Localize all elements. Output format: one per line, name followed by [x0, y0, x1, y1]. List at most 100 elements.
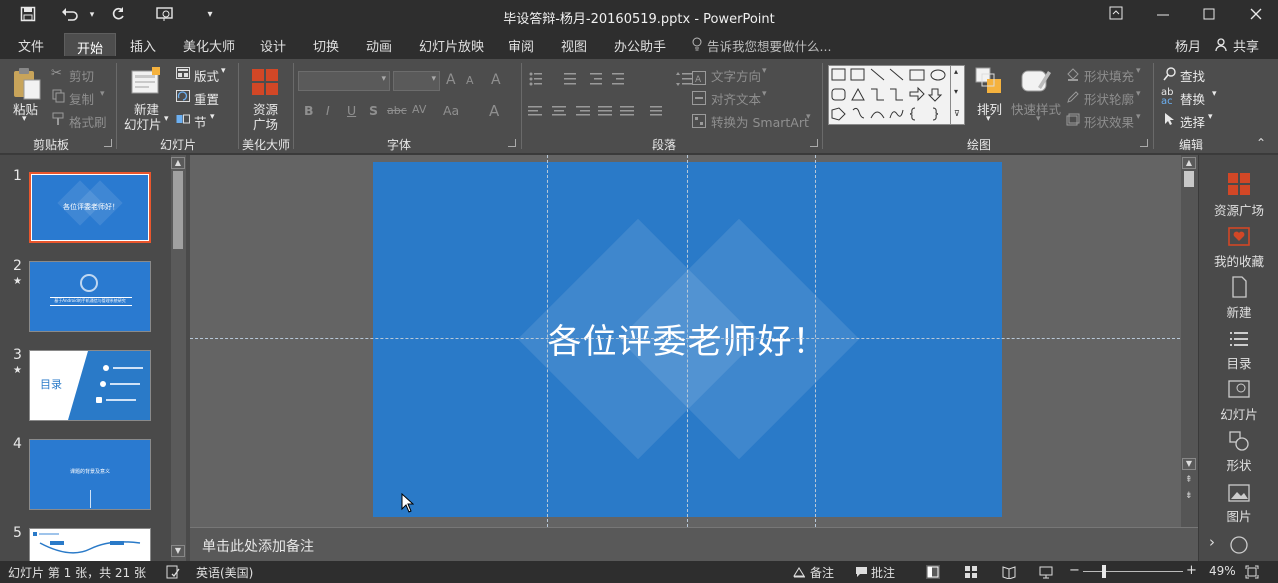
slide-thumbnail-5[interactable] [29, 528, 151, 561]
section-button[interactable]: 节 [194, 112, 207, 131]
text-direction-icon[interactable]: A [692, 71, 706, 88]
favorites-icon[interactable] [1228, 225, 1250, 247]
quick-styles-icon[interactable] [1020, 67, 1052, 98]
tab-insert[interactable]: 插入 [130, 36, 156, 55]
paragraph-launcher-icon[interactable] [810, 139, 818, 147]
vertical-guide[interactable] [815, 155, 816, 527]
tab-slideshow[interactable]: 幻灯片放映 [419, 36, 484, 55]
cut-button[interactable]: 剪切 [69, 66, 94, 85]
arrange-icon[interactable] [975, 67, 1003, 98]
slide-thumbnail-3[interactable]: 目录 [29, 350, 151, 421]
reset-button[interactable]: 重置 [194, 89, 219, 108]
find-icon[interactable] [1163, 67, 1177, 84]
fit-to-window-icon[interactable] [1245, 565, 1259, 582]
slide-thumbnail-4[interactable]: 课题的背景及意义 [29, 439, 151, 510]
arrange-dropdown-icon[interactable]: ▾ [986, 114, 991, 124]
align-text-button[interactable]: 对齐文本 [711, 89, 761, 108]
find-button[interactable]: 查找 [1180, 66, 1205, 85]
shape-fill-dropdown-icon[interactable]: ▾ [1136, 66, 1141, 76]
line-spacing-icon[interactable] [676, 71, 692, 90]
side-slides[interactable]: 幻灯片 [1199, 404, 1278, 423]
clipboard-launcher-icon[interactable] [104, 139, 112, 147]
slideshow-view-icon[interactable] [1039, 565, 1053, 582]
share-button[interactable]: 共享 [1233, 36, 1259, 55]
previous-slide-icon[interactable]: ⇞ [1185, 475, 1193, 485]
more-icon[interactable] [1228, 533, 1250, 555]
font-launcher-icon[interactable] [508, 139, 516, 147]
reading-view-icon[interactable] [1002, 565, 1016, 582]
italic-button[interactable]: I [326, 103, 330, 118]
bold-button[interactable]: B [304, 103, 314, 118]
slide-icon[interactable] [1228, 379, 1250, 401]
scroll-down-button[interactable]: ▼ [1182, 458, 1196, 470]
slide-editor[interactable]: 各位评委老师好！ ▲ ▼ ⇞ ⇟ [190, 155, 1198, 527]
picture-icon[interactable] [1228, 482, 1250, 504]
scroll-thumb[interactable] [173, 171, 183, 249]
side-resource-square[interactable]: 资源广场 [1199, 200, 1278, 219]
tell-me-search[interactable]: 告诉我您想要做什么... [707, 36, 831, 55]
strikethrough-button[interactable]: abc [387, 104, 407, 117]
reset-icon[interactable] [176, 90, 190, 105]
section-dropdown-icon[interactable]: ▾ [210, 112, 215, 122]
vertical-guide[interactable] [687, 155, 688, 527]
text-shadow-button[interactable]: S [369, 103, 378, 118]
drawing-launcher-icon[interactable] [1140, 139, 1148, 147]
side-my-favorites[interactable]: 我的收藏 [1199, 251, 1278, 270]
replace-button[interactable]: 替换 [1180, 89, 1205, 108]
collapse-ribbon-icon[interactable]: ⌃ [1256, 136, 1266, 150]
format-painter-button[interactable]: 格式刷 [69, 112, 107, 131]
change-case-button[interactable]: Aa [443, 103, 459, 118]
tab-home[interactable]: 开始 [64, 33, 117, 57]
shrink-font-icon[interactable]: A [466, 74, 474, 87]
resource-square-icon[interactable] [252, 69, 278, 98]
shape-outline-button[interactable]: 形状轮廓 [1084, 89, 1134, 108]
underline-button[interactable]: U [347, 103, 356, 118]
copy-icon[interactable] [52, 89, 66, 106]
replace-dropdown-icon[interactable]: ▾ [1212, 89, 1217, 99]
scroll-down-icon[interactable]: ▾ [954, 87, 958, 96]
shape-effects-button[interactable]: 形状效果 [1084, 112, 1134, 131]
align-text-dropdown-icon[interactable]: ▾ [762, 89, 767, 99]
grow-font-icon[interactable]: A [446, 72, 456, 88]
normal-view-icon[interactable] [926, 565, 940, 582]
resource-square-label-2[interactable]: 广场 [253, 114, 278, 133]
slide-thumbnail-1[interactable]: 各位评委老师好！ [29, 172, 151, 243]
expand-pane-icon[interactable]: › [1209, 533, 1215, 551]
resource-square-icon[interactable] [1228, 173, 1250, 195]
minimize-icon[interactable] [1153, 6, 1173, 24]
side-shapes[interactable]: 形状 [1199, 455, 1278, 474]
scroll-thumb[interactable] [1184, 171, 1194, 187]
new-slide-dropdown-icon[interactable]: ▾ [164, 114, 169, 124]
tab-review[interactable]: 审阅 [508, 36, 534, 55]
toc-icon[interactable] [1228, 328, 1250, 350]
scroll-up-icon[interactable]: ▴ [954, 67, 958, 76]
paste-dropdown-icon[interactable]: ▾ [22, 114, 27, 124]
ribbon-display-options-icon[interactable] [1106, 6, 1126, 24]
layout-dropdown-icon[interactable]: ▾ [221, 66, 226, 76]
tab-animations[interactable]: 动画 [366, 36, 392, 55]
slide-thumbnail-pane[interactable]: 1 各位评委老师好！ 2 ★ 基于Android的手机通信与管理系统研究 3 ★… [0, 155, 190, 561]
spellcheck-icon[interactable] [166, 565, 180, 582]
font-name-dropdown-icon[interactable]: ▾ [381, 74, 386, 84]
person-icon[interactable] [1215, 38, 1229, 55]
user-name[interactable]: 杨月 [1175, 36, 1201, 55]
text-direction-dropdown-icon[interactable]: ▾ [762, 66, 767, 76]
shape-outline-dropdown-icon[interactable]: ▾ [1136, 89, 1141, 99]
scroll-down-button[interactable]: ▼ [171, 545, 185, 557]
select-dropdown-icon[interactable]: ▾ [1208, 112, 1213, 122]
notes-toggle-button[interactable]: 备注 [810, 564, 834, 581]
comments-toggle-button[interactable]: 批注 [871, 564, 895, 581]
side-new[interactable]: 新建 [1199, 302, 1278, 321]
close-icon[interactable] [1246, 6, 1266, 24]
section-icon[interactable] [176, 113, 190, 128]
zoom-slider-thumb[interactable] [1102, 565, 1106, 578]
paint-bucket-icon[interactable] [1066, 67, 1080, 84]
character-spacing-button[interactable]: AV [412, 103, 426, 116]
zoom-in-icon[interactable]: + [1186, 563, 1197, 578]
alignment-icons[interactable] [528, 105, 668, 122]
copy-dropdown-icon[interactable]: ▾ [100, 89, 105, 99]
tab-view[interactable]: 视图 [561, 36, 587, 55]
font-size-combobox[interactable]: ▾ [393, 71, 440, 91]
tab-transitions[interactable]: 切换 [313, 36, 339, 55]
effects-icon[interactable] [1066, 113, 1080, 130]
